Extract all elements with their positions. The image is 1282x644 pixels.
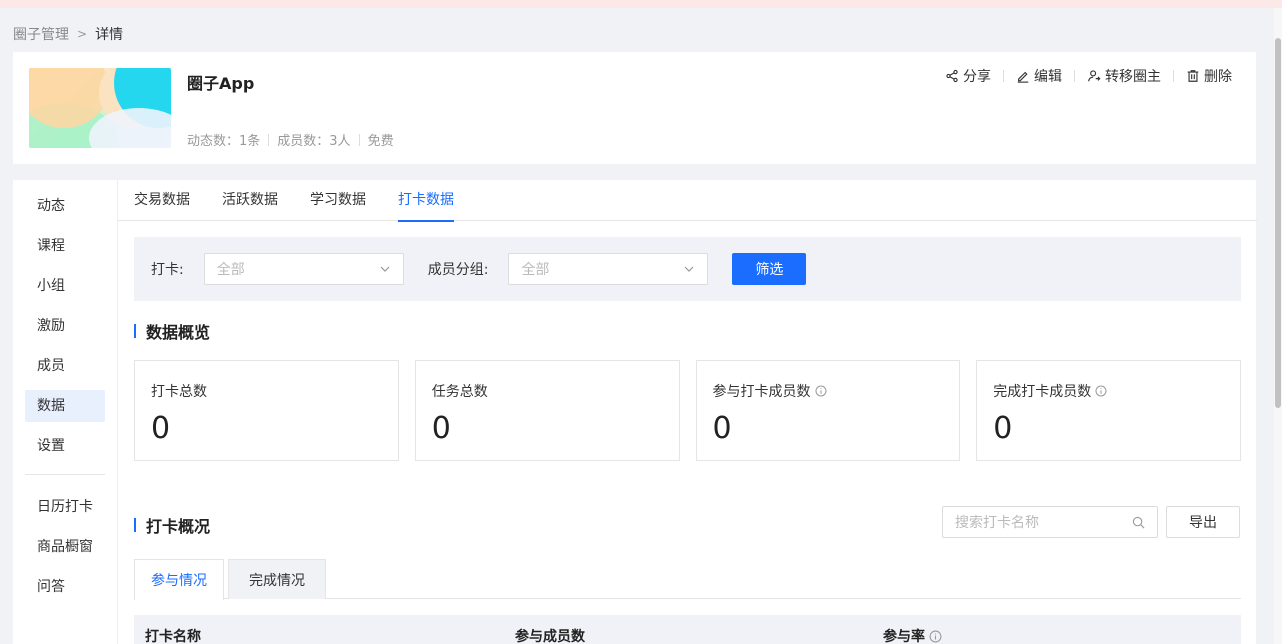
- circle-cover-image: [29, 68, 171, 148]
- sidebar-item-showcase[interactable]: 商品橱窗: [25, 531, 105, 563]
- info-icon[interactable]: [929, 630, 942, 643]
- tab-activity-data[interactable]: 活跃数据: [222, 180, 278, 221]
- data-tabs: 交易数据 活跃数据 学习数据 打卡数据: [118, 180, 1257, 222]
- stat-value: 0: [151, 411, 171, 446]
- checkin-overview-section-title: 打卡概况: [134, 513, 210, 537]
- scrollbar-thumb[interactable]: [1275, 38, 1281, 408]
- chevron-down-icon: [380, 266, 390, 272]
- overview-section-title: 数据概览: [134, 319, 210, 343]
- filter-bar: 打卡: 全部 成员分组: 全部 筛选: [134, 237, 1241, 301]
- member-group-select[interactable]: 全部: [508, 253, 709, 285]
- column-header-participants[interactable]: 参与成员数: [515, 626, 585, 644]
- share-label: 分享: [963, 69, 991, 85]
- trash-icon: [1187, 70, 1199, 82]
- delete-button[interactable]: 删除: [1174, 66, 1244, 86]
- price-label: 免费: [367, 134, 394, 149]
- user-transfer-icon: [1088, 70, 1101, 82]
- stat-value: 0: [712, 411, 732, 446]
- table-header: 打卡名称 参与成员数 参与率: [134, 615, 1241, 644]
- page-scrollbar[interactable]: [1274, 8, 1282, 644]
- tab-learning-data[interactable]: 学习数据: [310, 180, 366, 221]
- chevron-right-icon: >: [77, 27, 88, 41]
- edit-icon: [1017, 71, 1029, 83]
- stat-label: 完成打卡成员数: [993, 384, 1092, 400]
- stat-card-total-tasks: 任务总数 0: [414, 360, 680, 461]
- column-header-participation-rate[interactable]: 参与率: [883, 626, 942, 644]
- subtab-participation[interactable]: 参与情况: [134, 559, 224, 600]
- sidebar-item-settings[interactable]: 设置: [25, 430, 105, 462]
- delete-label: 删除: [1204, 69, 1232, 85]
- circle-meta: 动态数：1条 成员数：3人 免费: [187, 130, 394, 149]
- tab-checkin-data[interactable]: 打卡数据: [398, 180, 454, 222]
- export-button[interactable]: 导出: [1166, 506, 1240, 538]
- search-icon: [1132, 516, 1145, 528]
- member-group-select-value: 全部: [521, 262, 550, 278]
- transfer-owner-button[interactable]: 转移圈主: [1075, 66, 1173, 86]
- column-header-label: 参与率: [883, 629, 925, 644]
- sidebar-nav: 动态 课程 小组 激励 成员 数据 设置 日历打卡 商品橱窗 问答: [25, 190, 105, 611]
- sidebar-item-qa[interactable]: 问答: [25, 571, 105, 603]
- column-header-checkin-name[interactable]: 打卡名称: [145, 626, 201, 644]
- checkin-subtabs: 参与情况 完成情况: [134, 559, 1241, 600]
- breadcrumb: 圈子管理 > 详情: [13, 25, 123, 43]
- search-input[interactable]: 搜索打卡名称: [942, 506, 1158, 538]
- checkin-overview-title: 打卡概况: [146, 517, 211, 536]
- checkin-filter-label: 打卡:: [151, 262, 184, 278]
- edit-button[interactable]: 编辑: [1004, 66, 1074, 86]
- overview-title: 数据概览: [146, 323, 211, 342]
- stat-card-total-checkins: 打卡总数 0: [134, 360, 399, 461]
- transfer-owner-label: 转移圈主: [1105, 69, 1161, 85]
- sidebar-item-courses[interactable]: 课程: [25, 230, 105, 262]
- breadcrumb-current: 详情: [95, 27, 124, 43]
- edit-label: 编辑: [1034, 69, 1062, 85]
- sidebar-item-calendar-checkin[interactable]: 日历打卡: [25, 491, 105, 523]
- sidebar-item-incentives[interactable]: 激励: [25, 310, 105, 342]
- posts-count: 动态数：1条: [187, 134, 261, 149]
- data-content: 交易数据 活跃数据 学习数据 打卡数据 打卡: 全部 成员分组: 全部 筛选 数…: [117, 180, 1257, 644]
- top-banner: [0, 0, 1282, 8]
- info-icon[interactable]: [1095, 385, 1107, 397]
- stat-label: 打卡总数: [151, 384, 207, 400]
- main-card: 动态 课程 小组 激励 成员 数据 设置 日历打卡 商品橱窗 问答 交易数据 活…: [13, 180, 1257, 644]
- circle-header-card: 圈子App 动态数：1条 成员数：3人 免费 分享 编辑 转移圈主 删除: [13, 52, 1256, 164]
- breadcrumb-parent-link[interactable]: 圈子管理: [13, 24, 69, 44]
- stat-card-participating-members: 参与打卡成员数 0: [695, 360, 961, 461]
- checkin-select-value: 全部: [216, 262, 245, 278]
- search-placeholder: 搜索打卡名称: [955, 515, 1039, 531]
- checkin-select[interactable]: 全部: [203, 253, 404, 285]
- group-filter-label: 成员分组:: [427, 262, 489, 278]
- sidebar-item-groups[interactable]: 小组: [25, 270, 105, 302]
- subtab-completion[interactable]: 完成情况: [228, 559, 326, 599]
- chevron-down-icon: [685, 266, 694, 272]
- header-actions: 分享 编辑 转移圈主 删除: [933, 66, 1244, 86]
- info-icon[interactable]: [815, 385, 827, 397]
- stat-value: 0: [993, 411, 1013, 446]
- stats-row: 打卡总数 0 任务总数 0 参与打卡成员数 0 完成打卡成员数 0: [134, 360, 1241, 461]
- sidebar-item-members[interactable]: 成员: [25, 350, 105, 382]
- sidebar-item-feed[interactable]: 动态: [25, 190, 105, 222]
- stat-label: 参与打卡成员数: [712, 384, 811, 400]
- members-count: 成员数：3人: [277, 134, 351, 149]
- stat-value: 0: [431, 411, 451, 446]
- stat-card-completed-members: 完成打卡成员数 0: [976, 360, 1241, 461]
- circle-name: 圈子App: [187, 74, 255, 93]
- share-icon: [946, 69, 958, 83]
- filter-submit-button[interactable]: 筛选: [732, 253, 807, 285]
- stat-label: 任务总数: [431, 384, 488, 400]
- share-button[interactable]: 分享: [933, 66, 1003, 86]
- tab-transaction-data[interactable]: 交易数据: [134, 180, 190, 221]
- sidebar-divider: [25, 474, 105, 475]
- sidebar-item-data[interactable]: 数据: [25, 390, 105, 422]
